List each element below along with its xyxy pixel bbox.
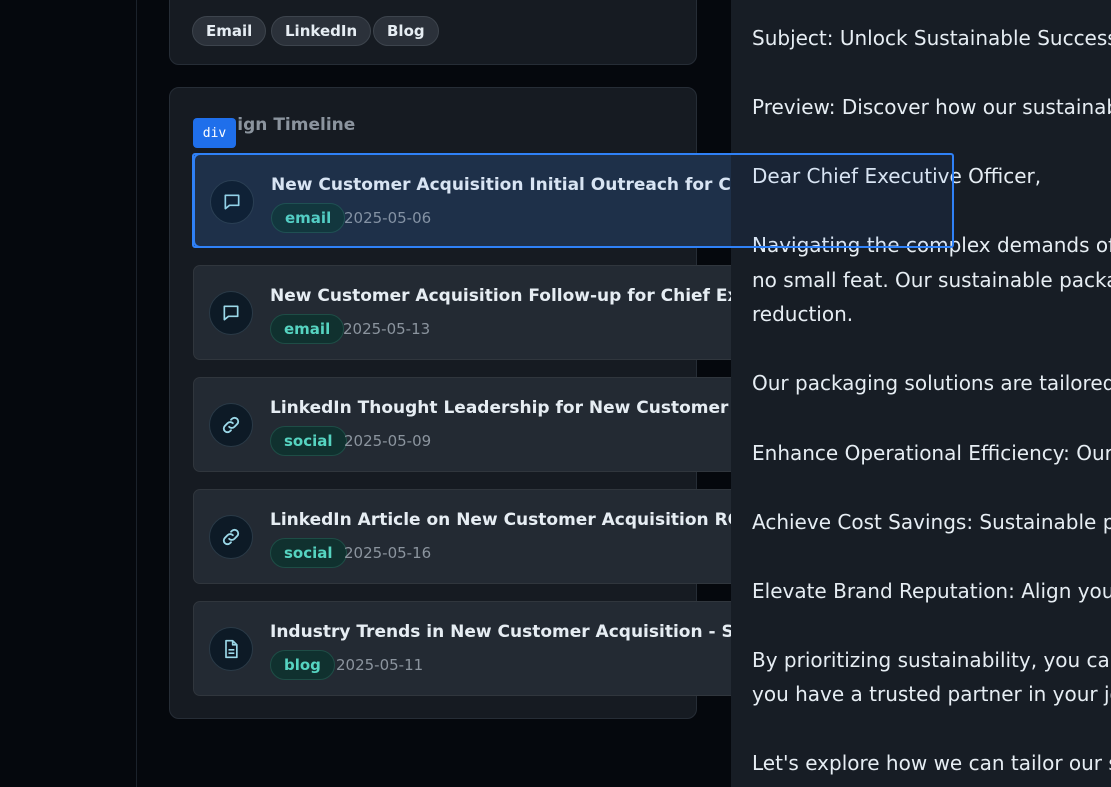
timeline-item-tag: blog — [270, 650, 335, 680]
timeline-item-title: New Customer Acquisition Initial Outreac… — [271, 175, 751, 195]
timeline-item[interactable]: New Customer Acquisition Follow-up for C… — [193, 265, 753, 360]
timeline-item-tag: social — [270, 538, 347, 568]
channel-chip-email[interactable]: Email — [192, 16, 267, 46]
email-body-line: Let's explore how we can tailor our so — [752, 751, 1111, 775]
email-greeting: Dear Chief Executive Officer, — [752, 164, 1042, 188]
timeline-item-title: Industry Trends in New Customer Acquisit… — [270, 622, 753, 642]
timeline-item-date: 2025-05-11 — [336, 656, 424, 674]
timeline-item[interactable]: LinkedIn Thought Leadership for New Cust… — [193, 377, 753, 472]
channels-card: Email LinkedIn Blog — [169, 0, 697, 65]
email-body-line: Elevate Brand Reputation: Align your p — [752, 579, 1111, 603]
message-icon — [209, 291, 253, 335]
email-subject: Subject: Unlock Sustainable Success in — [752, 26, 1111, 50]
timeline-item-date: 2025-05-06 — [344, 209, 432, 227]
timeline-item-title: New Customer Acquisition Follow-up for C… — [270, 286, 752, 306]
email-body-line: reduction. — [752, 302, 854, 326]
timeline-item-date: 2025-05-09 — [344, 432, 432, 450]
timeline-title: Campaign Timeline — [226, 115, 356, 135]
timeline-item[interactable]: Industry Trends in New Customer Acquisit… — [193, 601, 753, 696]
timeline-item-tag: social — [270, 426, 347, 456]
channel-chip-linkedin[interactable]: LinkedIn — [271, 16, 372, 46]
channel-chip-blog[interactable]: Blog — [373, 16, 439, 46]
link-icon — [209, 515, 253, 559]
inspector-element-badge: div — [193, 118, 236, 148]
timeline-item-title: LinkedIn Thought Leadership for New Cust… — [270, 398, 752, 418]
message-icon — [210, 180, 254, 224]
timeline-item[interactable]: New Customer Acquisition Initial Outreac… — [193, 153, 753, 248]
campaign-timeline-card: Campaign Timeline div New Customer Acqui… — [169, 87, 753, 719]
email-body-line: By prioritizing sustainability, you can … — [752, 648, 1111, 672]
timeline-item-date: 2025-05-16 — [344, 544, 432, 562]
email-body-line: Our packaging solutions are tailored t — [752, 371, 1111, 395]
timeline-item-title: LinkedIn Article on New Customer Acquisi… — [270, 510, 749, 530]
timeline-item-tag: email — [270, 314, 345, 344]
timeline-item[interactable]: LinkedIn Article on New Customer Acquisi… — [193, 489, 753, 584]
timeline-item-date: 2025-05-13 — [343, 320, 431, 338]
email-body-line: no small feat. Our sustainable packagi — [752, 268, 1111, 292]
email-body-line: Achieve Cost Savings: Sustainable pac — [752, 510, 1111, 534]
document-icon — [209, 627, 253, 671]
timeline-item-tag: email — [271, 203, 346, 233]
email-preview-panel: Subject: Unlock Sustainable Success in P… — [731, 0, 1111, 787]
link-icon — [209, 403, 253, 447]
email-preview-text: Preview: Discover how our sustainable — [752, 95, 1111, 119]
left-rail — [0, 0, 137, 787]
email-body-line: you have a trusted partner in your jou — [752, 682, 1111, 706]
email-body-line: Enhance Operational Efficiency: Our so — [752, 441, 1111, 465]
email-body-line: Navigating the complex demands of m — [752, 233, 1111, 257]
